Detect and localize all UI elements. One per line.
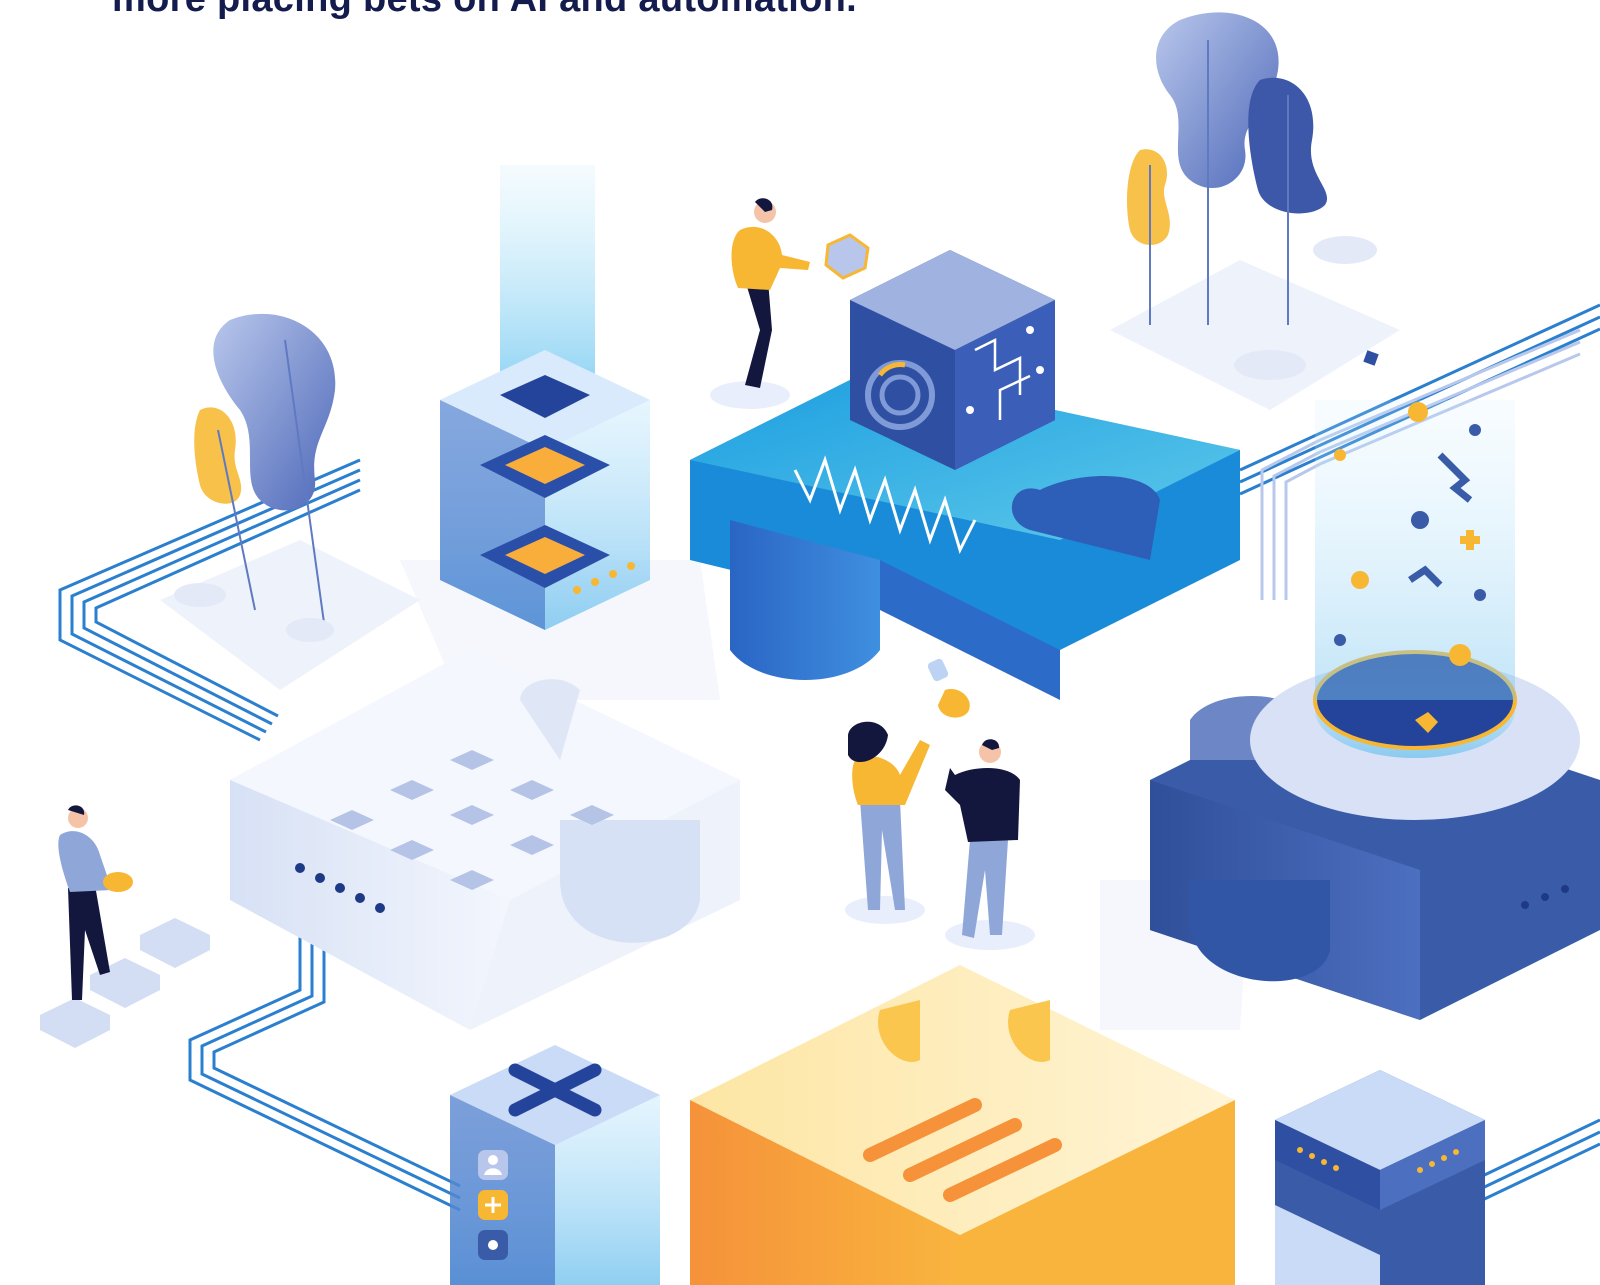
- stairs-person: [40, 805, 210, 1048]
- chip-tower: [440, 165, 650, 630]
- app-tower: [450, 1045, 660, 1285]
- isometric-illustration: [40, 12, 1600, 1285]
- keypad-puzzle-piece: [230, 650, 740, 1030]
- server-stack: [1275, 1070, 1485, 1285]
- person-pointing: [710, 198, 870, 409]
- people-high-five: [845, 721, 1035, 950]
